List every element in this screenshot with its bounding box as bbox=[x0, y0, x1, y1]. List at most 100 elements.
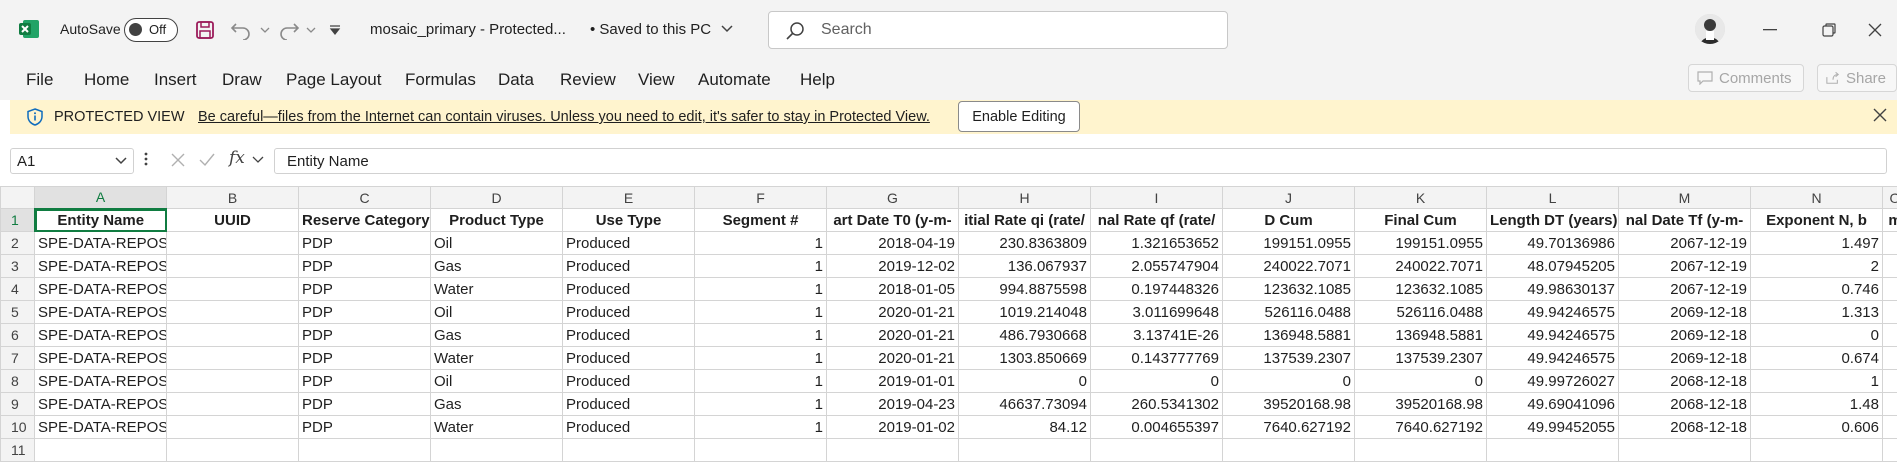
save-icon[interactable] bbox=[192, 17, 218, 43]
cell[interactable]: SPE-DATA-REPOSITORY-DATASET-1- bbox=[34, 231, 167, 255]
cell[interactable]: Oil bbox=[430, 300, 563, 324]
cell[interactable] bbox=[166, 415, 299, 439]
cell[interactable] bbox=[1882, 346, 1897, 370]
cell[interactable]: 2019-04-23 bbox=[826, 392, 959, 416]
cell[interactable] bbox=[430, 438, 563, 462]
header-cell[interactable]: itial Rate qi (rate/ bbox=[958, 208, 1091, 232]
cell[interactable]: 2069-12-18 bbox=[1618, 346, 1751, 370]
header-cell[interactable]: UUID bbox=[166, 208, 299, 232]
header-cell[interactable]: Exponent N, b bbox=[1750, 208, 1883, 232]
cell[interactable]: 1.313 bbox=[1750, 300, 1883, 324]
cell[interactable]: 49.94246575 bbox=[1486, 346, 1619, 370]
cell[interactable]: Produced bbox=[562, 415, 695, 439]
chevron-down-icon[interactable] bbox=[252, 155, 264, 165]
column-header-k[interactable]: K bbox=[1354, 186, 1487, 209]
cell[interactable]: Produced bbox=[562, 300, 695, 324]
cell[interactable]: 1 bbox=[694, 254, 827, 278]
cell[interactable] bbox=[166, 231, 299, 255]
header-cell[interactable]: Product Type bbox=[430, 208, 563, 232]
cell[interactable]: 2019-01-02 bbox=[826, 415, 959, 439]
cell[interactable]: 49.98630137 bbox=[1486, 277, 1619, 301]
cancel-icon[interactable] bbox=[170, 152, 186, 168]
cell[interactable]: PDP bbox=[298, 231, 431, 255]
cell[interactable]: Gas bbox=[430, 254, 563, 278]
cell[interactable]: 0.004655397 bbox=[1090, 415, 1223, 439]
row-header[interactable]: 6 bbox=[0, 323, 35, 347]
search-input[interactable]: Search bbox=[768, 11, 1228, 49]
cell[interactable]: Produced bbox=[562, 392, 695, 416]
formula-input[interactable]: Entity Name bbox=[274, 148, 1887, 174]
cell[interactable]: 39520168.98 bbox=[1354, 392, 1487, 416]
undo-dropdown-icon[interactable] bbox=[252, 17, 278, 43]
cell[interactable]: 0 bbox=[1090, 369, 1223, 393]
cell[interactable]: PDP bbox=[298, 277, 431, 301]
tab-help[interactable]: Help bbox=[800, 70, 835, 90]
cell[interactable]: 39520168.98 bbox=[1222, 392, 1355, 416]
cell[interactable]: SPE-DATA-REPOSITORY-DATASET-1- bbox=[34, 346, 167, 370]
cell[interactable] bbox=[34, 438, 167, 462]
cell[interactable]: 526116.0488 bbox=[1354, 300, 1487, 324]
cell[interactable]: SPE-DATA-REPOSITORY-DATASET-1- bbox=[34, 300, 167, 324]
cell[interactable] bbox=[166, 254, 299, 278]
tab-data[interactable]: Data bbox=[498, 70, 534, 90]
cell[interactable]: 48.07945205 bbox=[1486, 254, 1619, 278]
cell[interactable]: 0.746 bbox=[1750, 277, 1883, 301]
minimize-icon[interactable] bbox=[1750, 15, 1790, 45]
cell[interactable]: 49.99452055 bbox=[1486, 415, 1619, 439]
cell[interactable] bbox=[1882, 438, 1897, 462]
column-header-n[interactable]: N bbox=[1750, 186, 1883, 209]
column-header-e[interactable]: E bbox=[562, 186, 695, 209]
cell[interactable]: 0.606 bbox=[1750, 415, 1883, 439]
cell[interactable]: 1303.850669 bbox=[958, 346, 1091, 370]
cell[interactable]: Oil bbox=[430, 231, 563, 255]
enter-check-icon[interactable] bbox=[198, 152, 216, 168]
cell[interactable]: 199151.0955 bbox=[1222, 231, 1355, 255]
cell[interactable]: PDP bbox=[298, 346, 431, 370]
tab-file[interactable]: File bbox=[26, 70, 53, 90]
cell[interactable] bbox=[1750, 438, 1883, 462]
cell[interactable]: 2068-12-18 bbox=[1618, 369, 1751, 393]
header-cell[interactable]: D Cum bbox=[1222, 208, 1355, 232]
cell[interactable] bbox=[1882, 415, 1897, 439]
restore-icon[interactable] bbox=[1809, 15, 1849, 45]
cell[interactable]: Gas bbox=[430, 323, 563, 347]
cell[interactable]: 2020-01-21 bbox=[826, 346, 959, 370]
cell[interactable] bbox=[1090, 438, 1223, 462]
cell[interactable]: PDP bbox=[298, 369, 431, 393]
cell[interactable]: 1 bbox=[694, 300, 827, 324]
cell[interactable]: 2068-12-18 bbox=[1618, 392, 1751, 416]
cell[interactable]: 2067-12-19 bbox=[1618, 277, 1751, 301]
column-header-m[interactable]: M bbox=[1618, 186, 1751, 209]
cell[interactable]: 240022.7071 bbox=[1222, 254, 1355, 278]
cell[interactable]: 123632.1085 bbox=[1222, 277, 1355, 301]
cell[interactable]: 1.321653652 bbox=[1090, 231, 1223, 255]
cell[interactable] bbox=[1882, 231, 1897, 255]
cell[interactable] bbox=[1222, 438, 1355, 462]
cell[interactable]: 1 bbox=[694, 277, 827, 301]
tab-page-layout[interactable]: Page Layout bbox=[286, 70, 381, 90]
header-cell[interactable]: Reserve Category bbox=[298, 208, 431, 232]
cell[interactable]: 0.197448326 bbox=[1090, 277, 1223, 301]
row-header[interactable]: 10 bbox=[0, 415, 35, 439]
row-header[interactable]: 1 bbox=[0, 208, 36, 232]
tab-automate[interactable]: Automate bbox=[698, 70, 771, 90]
header-cell[interactable]: Segment # bbox=[694, 208, 827, 232]
column-header-i[interactable]: I bbox=[1090, 186, 1223, 209]
cell[interactable]: 2069-12-18 bbox=[1618, 323, 1751, 347]
cell[interactable]: 1 bbox=[694, 323, 827, 347]
undo-icon[interactable] bbox=[228, 17, 254, 43]
tab-insert[interactable]: Insert bbox=[154, 70, 197, 90]
cell[interactable]: 84.12 bbox=[958, 415, 1091, 439]
cell[interactable] bbox=[166, 323, 299, 347]
cell[interactable]: 1.497 bbox=[1750, 231, 1883, 255]
select-all-corner[interactable] bbox=[0, 186, 35, 209]
column-header-f[interactable]: F bbox=[694, 186, 827, 209]
cell[interactable]: 49.99726027 bbox=[1486, 369, 1619, 393]
cell[interactable]: Produced bbox=[562, 323, 695, 347]
tab-view[interactable]: View bbox=[638, 70, 675, 90]
column-header-j[interactable]: J bbox=[1222, 186, 1355, 209]
cell[interactable]: 230.8363809 bbox=[958, 231, 1091, 255]
column-header-l[interactable]: L bbox=[1486, 186, 1619, 209]
cell[interactable]: 1 bbox=[694, 415, 827, 439]
cell[interactable]: 526116.0488 bbox=[1222, 300, 1355, 324]
